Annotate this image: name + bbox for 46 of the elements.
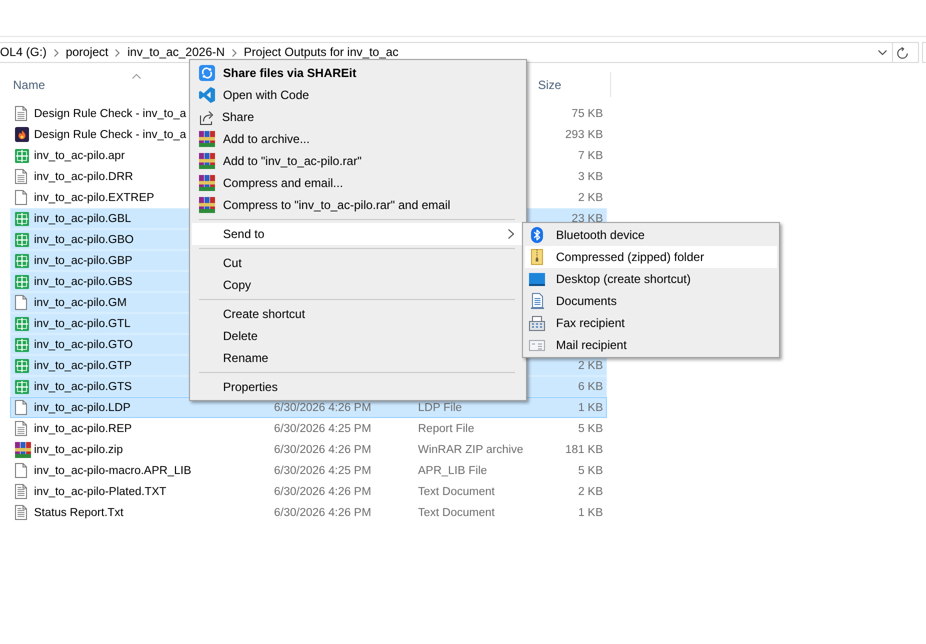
file-name: Design Rule Check - inv_to_a [34, 128, 186, 142]
file-name: inv_to_ac-pilo.GTS [34, 380, 132, 394]
file-size: 2 KB [578, 358, 603, 372]
file-date: 6/30/2026 4:26 PM [274, 506, 372, 520]
file-type: Report File [418, 422, 474, 436]
file-size: 2 KB [578, 190, 603, 204]
file-type: WinRAR ZIP archive [418, 442, 524, 456]
file-size: 1 KB [578, 400, 603, 414]
file-name: inv_to_ac-pilo.GBO [34, 232, 134, 246]
file-name: inv_to_ac-pilo.LDP [34, 400, 131, 414]
file-size: 5 KB [578, 464, 603, 478]
file-name: inv_to_ac-pilo.GTL [34, 316, 131, 330]
file-size: 181 KB [565, 442, 603, 456]
file-type: Text Document [418, 506, 495, 520]
file-name: Status Report.Txt [34, 506, 124, 520]
file-name: inv_to_ac-pilo.GTP [34, 358, 132, 372]
file-name: inv_to_ac-pilo.zip [34, 442, 123, 456]
file-name: inv_to_ac-pilo.DRR [34, 170, 134, 184]
file-size: 23 KB [572, 212, 603, 226]
file-size: 7 KB [578, 148, 603, 162]
file-size: 3 KB [578, 170, 603, 184]
file-name: inv_to_ac-pilo-macro.APR_LIB [34, 464, 192, 478]
file-name: inv_to_ac-pilo.GM [34, 296, 127, 310]
file-size: 293 KB [565, 128, 603, 142]
file-size: 6 KB [578, 380, 603, 394]
file-name: inv_to_ac-pilo-Plated.TXT [34, 484, 166, 498]
file-size: 1 KB [578, 506, 603, 520]
file-name: inv_to_ac-pilo.GBS [34, 274, 132, 288]
file-name: Design Rule Check - inv_to_a [34, 106, 186, 120]
file-date: 6/30/2026 4:25 PM [274, 464, 372, 478]
file-date: 6/30/2026 4:26 PM [274, 442, 372, 456]
file-date: 6/30/2026 4:26 PM [274, 484, 372, 498]
file-name: inv_to_ac-pilo.REP [34, 422, 132, 436]
file-name: inv_to_ac-pilo.GTO [34, 338, 133, 352]
file-name: inv_to_ac-pilo.EXTREP [34, 190, 154, 204]
file-name: inv_to_ac-pilo.GBP [34, 254, 132, 268]
file-date: 6/30/2026 4:25 PM [274, 422, 372, 436]
file-size: 5 KB [578, 422, 603, 436]
file-name: inv_to_ac-pilo.GBL [34, 212, 132, 226]
file-size: 75 KB [572, 106, 603, 120]
file-type: APR_LIB File [418, 464, 488, 478]
file-size: 2 KB [578, 484, 603, 498]
file-type: LDP File [418, 400, 462, 414]
file-type: Text Document [418, 484, 495, 498]
file-date: 6/30/2026 4:26 PM [274, 400, 372, 414]
file-name: inv_to_ac-pilo.apr [34, 148, 125, 162]
